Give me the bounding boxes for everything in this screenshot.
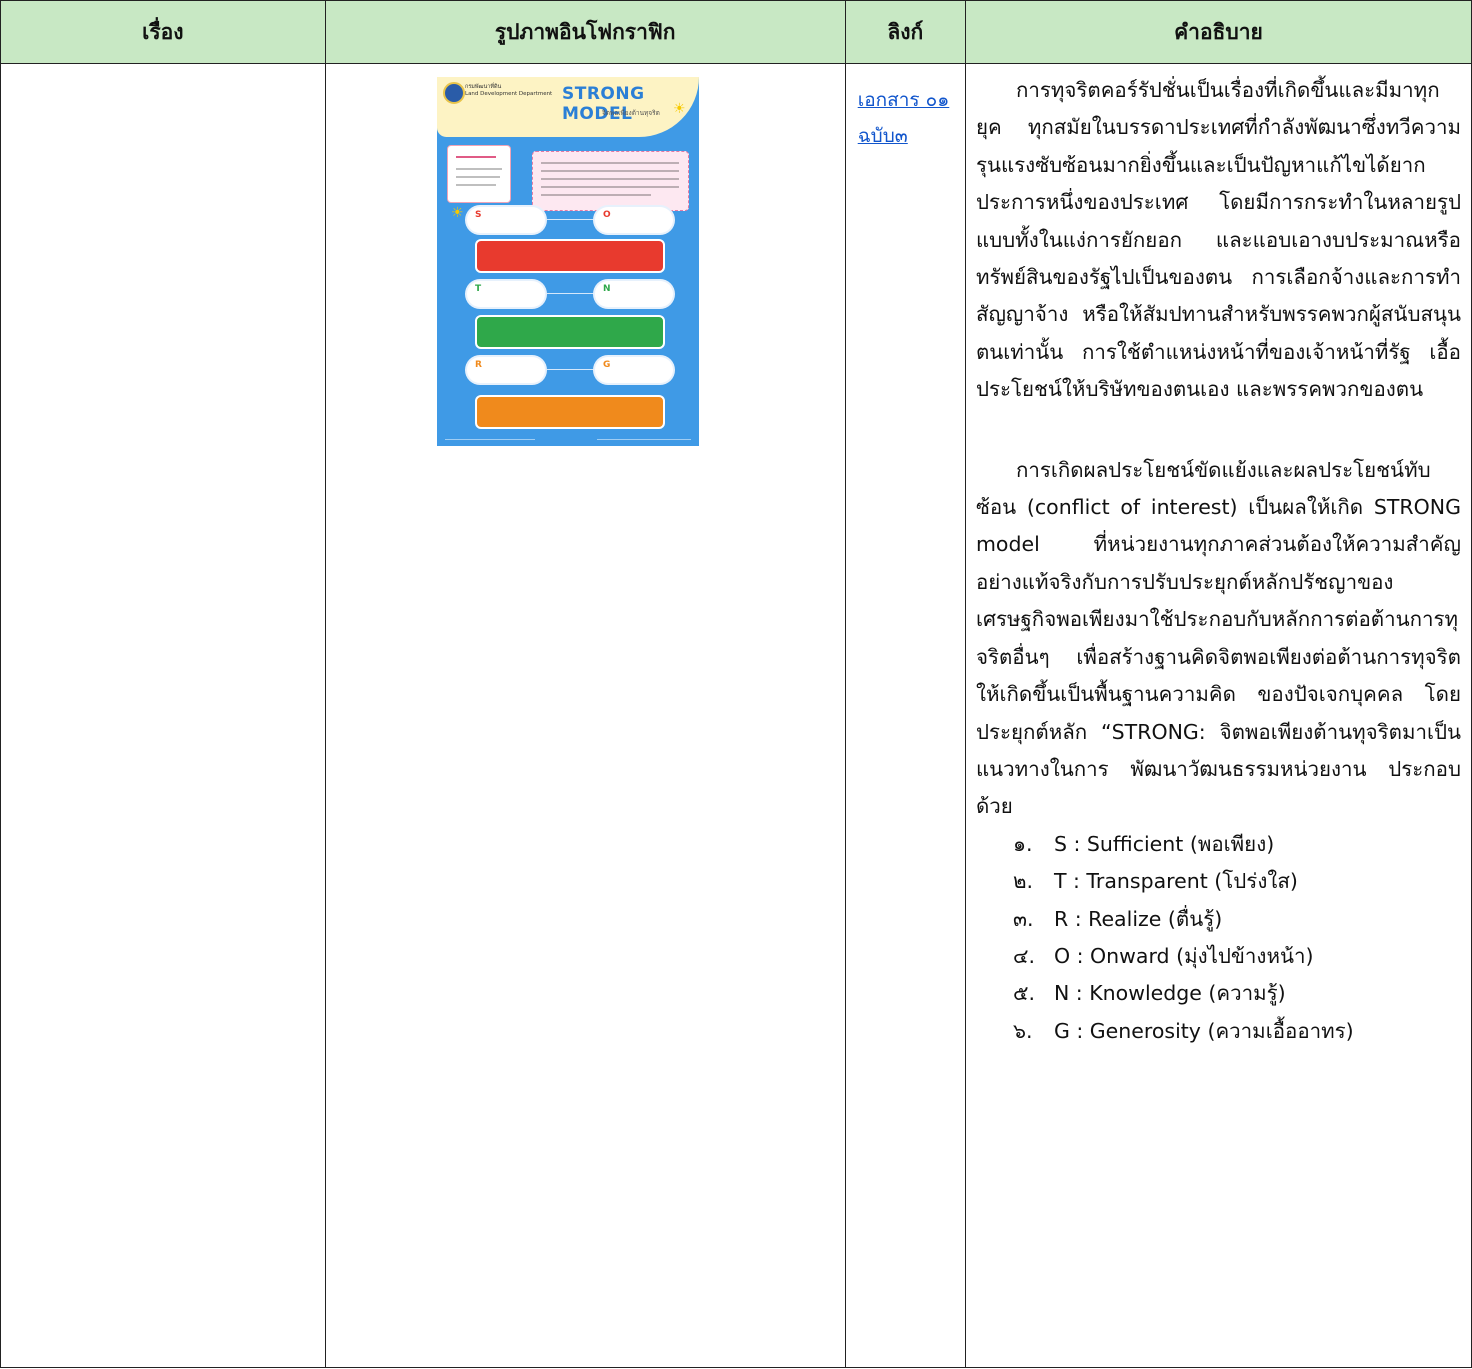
list-item: ๒. T : Transparent (โปร่งใส) bbox=[1013, 863, 1461, 900]
header-description: คำอธิบาย bbox=[964, 0, 1472, 64]
strong-list: ๑. S : Sufficient (พอเพียง) ๒. T : Transpa… bbox=[976, 826, 1461, 1050]
poster-intro-card bbox=[532, 151, 689, 211]
poster-letter-t: T bbox=[475, 284, 482, 294]
document-link[interactable]: เอกสาร ๐๑ ฉบับ๓ bbox=[858, 82, 958, 154]
poster-letter-r: R bbox=[475, 360, 482, 370]
list-text: N : Knowledge (ความรู้) bbox=[1053, 981, 1286, 1006]
list-number: ๕. bbox=[1012, 981, 1035, 1006]
list-item: ๕. N : Knowledge (ความรู้) bbox=[1013, 975, 1461, 1012]
list-text: O : Onward (มุ่งไปข้างหน้า) bbox=[1053, 943, 1314, 968]
poster-department: กรมพัฒนาที่ดิน Land Development Departme… bbox=[465, 84, 553, 97]
poster-letter-g: G bbox=[603, 360, 611, 370]
poster-connector bbox=[547, 293, 597, 294]
list-text: S : Sufficient (พอเพียง) bbox=[1053, 831, 1275, 856]
list-text: T : Transparent (โปร่งใส) bbox=[1053, 869, 1298, 894]
poster-note-card bbox=[447, 145, 511, 203]
poster-letter-o: O bbox=[603, 210, 611, 220]
poster-letter-n: N bbox=[603, 284, 611, 294]
sun-icon: ☀ bbox=[673, 101, 686, 117]
department-logo-icon bbox=[443, 82, 465, 104]
description-text: การทุจริตคอร์รัปชั่นเป็นเรื่องที่เกิดขึ้… bbox=[966, 64, 1471, 1050]
link-cell: เอกสาร ๐๑ ฉบับ๓ bbox=[844, 63, 966, 1368]
list-text: R : Realize (ตื่นรู้) bbox=[1053, 906, 1223, 931]
topic-cell bbox=[0, 63, 326, 1368]
list-text: G : Generosity (ความเอื้ออาทร) bbox=[1053, 1018, 1354, 1043]
header-link: ลิงก์ bbox=[844, 0, 966, 64]
strong-model-poster[interactable]: กรมพัฒนาที่ดิน Land Development Departme… bbox=[437, 77, 699, 446]
sun-icon: ☀ bbox=[451, 205, 464, 221]
poster-subtitle: จิตพอเพียงต้านทุจริต bbox=[602, 109, 660, 117]
description-paragraph-2: การเกิดผลประโยชน์ขัดแย้งและผลประโยชน์ทับ… bbox=[975, 457, 1461, 819]
list-number: ๑. bbox=[1012, 831, 1033, 856]
list-item: ๑. S : Sufficient (พอเพียง) bbox=[1013, 826, 1461, 863]
poster-footer-line bbox=[445, 439, 535, 440]
description-cell: การทุจริตคอร์รัปชั่นเป็นเรื่องที่เกิดขึ้… bbox=[964, 63, 1472, 1368]
header-row: เรื่อง รูปภาพอินโฟกราฟิก ลิงก์ คำอธิบาย bbox=[0, 0, 1472, 64]
poster-footer-line bbox=[597, 439, 691, 440]
poster-red-bar bbox=[475, 239, 665, 273]
poster-orange-bar bbox=[475, 395, 665, 429]
poster-connector bbox=[547, 219, 597, 220]
header-infographic: รูปภาพอินโฟกราฟิก bbox=[324, 0, 846, 64]
list-item: ๔. O : Onward (มุ่งไปข้างหน้า) bbox=[1013, 938, 1461, 975]
table-row: เอกสาร ๐๑ ฉบับ๓ การทุจริตคอร์รัปชั่นเป็น… bbox=[0, 63, 1472, 1368]
poster-letter-s: S bbox=[475, 210, 482, 220]
poster-connector bbox=[547, 369, 597, 370]
infographic-table: เรื่อง รูปภาพอินโฟกราฟิก ลิงก์ คำอธิบาย … bbox=[0, 0, 1472, 1368]
header-topic: เรื่อง bbox=[0, 0, 326, 64]
poster-green-bar bbox=[475, 315, 665, 349]
list-number: ๖. bbox=[1012, 1018, 1033, 1043]
list-number: ๒. bbox=[1012, 869, 1033, 894]
list-item: ๖. G : Generosity (ความเอื้ออาทร) bbox=[1013, 1013, 1461, 1050]
list-item: ๓. R : Realize (ตื่นรู้) bbox=[1013, 901, 1461, 938]
list-number: ๓. bbox=[1012, 906, 1034, 931]
list-number: ๔. bbox=[1012, 943, 1035, 968]
description-paragraph-1: การทุจริตคอร์รัปชั่นเป็นเรื่องที่เกิดขึ้… bbox=[975, 78, 1461, 402]
